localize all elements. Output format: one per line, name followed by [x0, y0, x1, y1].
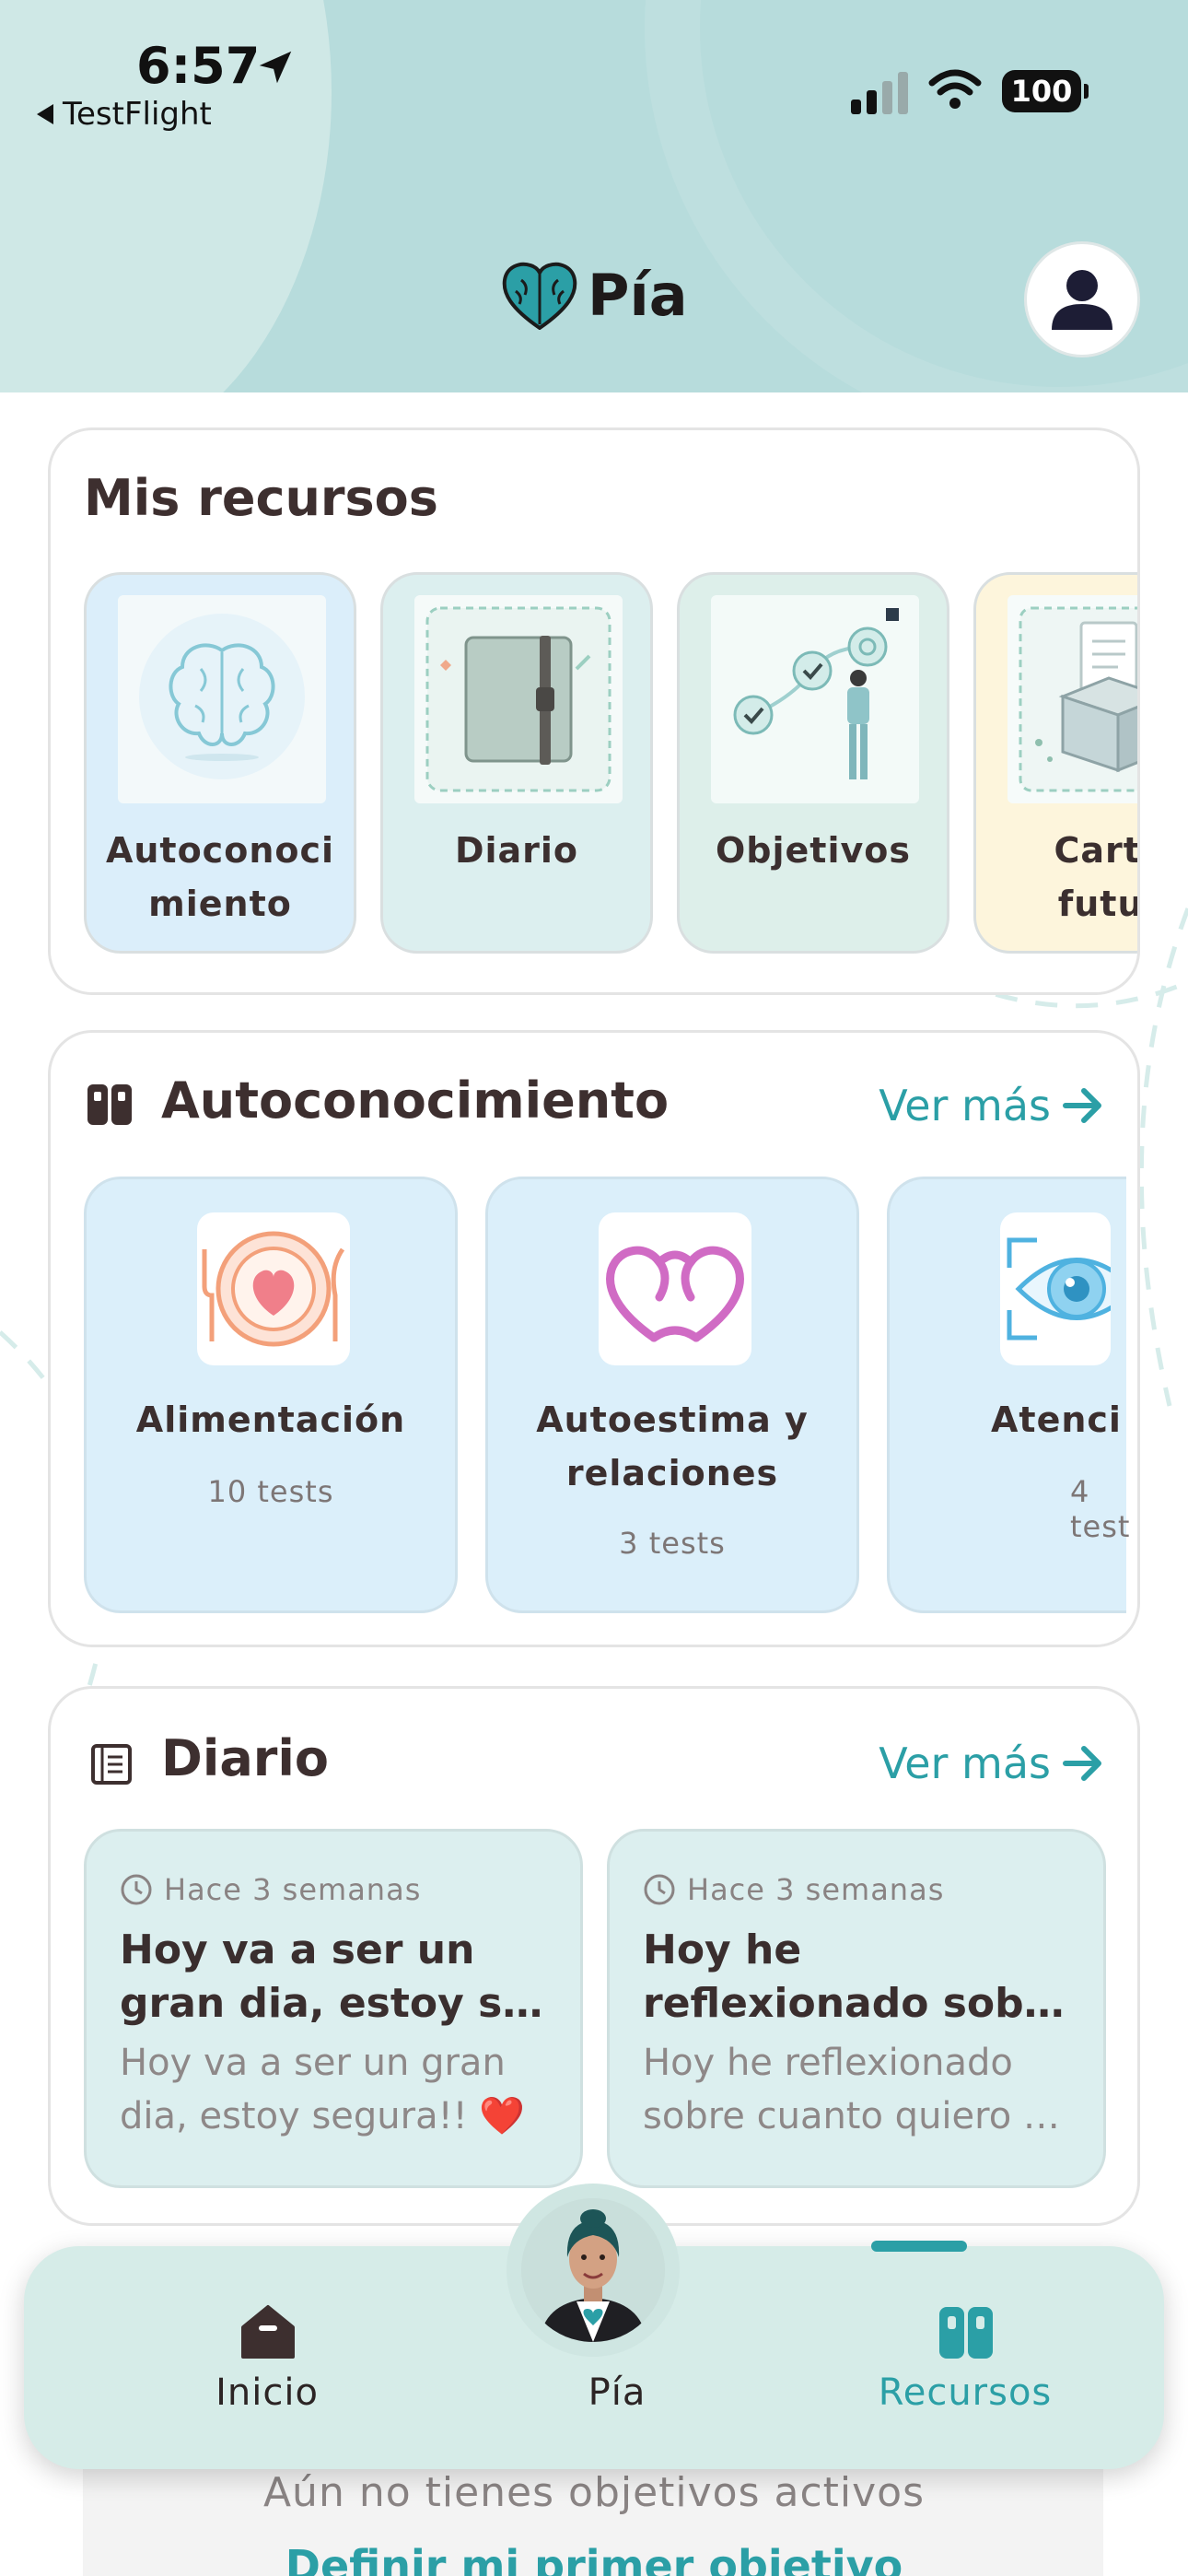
entry-timestamp: Hace 3 semanas — [643, 1872, 944, 1907]
resource-label: Diario — [454, 830, 579, 871]
status-time: 6:57 — [136, 37, 261, 95]
entry-timestamp: Hace 3 semanas — [120, 1872, 421, 1907]
diary-entry[interactable]: Hace 3 semanas Hoy va a ser un gran dia,… — [84, 1829, 583, 2188]
self-knowledge-item-self-esteem[interactable]: Autoestima y relaciones 3 tests — [485, 1177, 859, 1613]
resource-goals[interactable]: Objetivos — [677, 572, 949, 954]
location-arrow-icon — [259, 51, 292, 84]
box-letter-icon — [1019, 606, 1137, 792]
see-more-label: Ver más — [879, 1739, 1051, 1788]
my-resources-title: Mis recursos — [84, 469, 438, 527]
item-count: 3 tests — [619, 1526, 726, 1561]
entry-title: Hoy he reflexionado sobr… — [643, 1926, 1076, 2027]
self-esteem-icon-box — [599, 1212, 751, 1365]
brain-icon — [139, 614, 305, 779]
arrow-right-icon — [1063, 1088, 1101, 1123]
diary-card: Diario Ver más Hace 3 semanas Hoy va a s… — [48, 1686, 1140, 2226]
journal-icon — [91, 1744, 132, 1785]
battery-indicator: 100 — [1002, 70, 1089, 112]
resources-icon — [87, 1084, 132, 1125]
home-icon — [241, 2305, 295, 2359]
self-knowledge-item-nutrition[interactable]: Alimentación 10 tests — [84, 1177, 458, 1613]
resource-label: Objetivos — [716, 830, 911, 871]
self-knowledge-see-more-link[interactable]: Ver más — [879, 1081, 1104, 1130]
see-more-label: Ver más — [879, 1081, 1051, 1130]
nav-home[interactable]: Inicio — [129, 2246, 405, 2469]
resource-diary[interactable]: Diario — [380, 572, 653, 954]
testflight-back-link[interactable]: TestFlight — [37, 96, 212, 133]
item-name: Alimentación — [135, 1399, 406, 1440]
diary-entry[interactable]: Hace 3 semanas Hoy he reflexionado sobr…… — [607, 1829, 1106, 2188]
self-knowledge-illustration — [118, 595, 326, 803]
resource-letter-future[interactable]: Carta futur — [973, 572, 1140, 954]
define-first-goal-link[interactable]: Definir mi primer objetivo — [0, 2541, 1188, 2576]
diary-title: Diario — [161, 1729, 330, 1787]
nav-label: Inicio — [215, 2371, 319, 2414]
pia-portrait — [521, 2198, 665, 2342]
two-hearts-icon — [606, 1246, 744, 1342]
goals-empty-text: Aún no tienes objetivos activos — [262, 2469, 926, 2516]
entry-preview: Hoy va a ser un gran dia, estoy segura!!… — [120, 2042, 526, 2137]
app-name: Pía — [588, 261, 688, 329]
plate-heart-icon — [202, 1231, 345, 1347]
cellular-signal-icon — [851, 72, 908, 114]
active-tab-indicator — [871, 2241, 967, 2252]
app-logo: Pía — [501, 260, 688, 330]
attention-icon-box — [1000, 1212, 1111, 1365]
user-icon — [1052, 270, 1112, 330]
wifi-icon — [928, 69, 982, 109]
goals-path-icon — [733, 608, 899, 779]
nav-label: Pía — [588, 2371, 646, 2414]
self-knowledge-title: Autoconocimiento — [161, 1071, 670, 1130]
entry-title: Hoy va a ser un gran dia, estoy se… — [120, 1926, 553, 2027]
brain-heart-logo-icon — [502, 262, 577, 330]
arrow-right-icon — [1063, 1746, 1101, 1781]
profile-button[interactable] — [1024, 241, 1140, 357]
resource-self-knowledge[interactable]: Autoconoci miento — [84, 572, 356, 954]
diary-see-more-link[interactable]: Ver más — [879, 1739, 1104, 1788]
resource-label: Autoconoci miento — [105, 830, 335, 924]
item-count: 4 test — [1070, 1474, 1131, 1544]
testflight-label: TestFlight — [63, 96, 212, 133]
item-count: 10 tests — [207, 1474, 334, 1509]
item-name: Atenci — [991, 1399, 1122, 1440]
diary-illustration — [414, 595, 623, 803]
goals-illustration — [711, 595, 919, 803]
nav-label: Recursos — [878, 2371, 1053, 2414]
notebook-icon — [425, 606, 611, 792]
letter-illustration — [1007, 595, 1137, 803]
back-arrow-icon — [37, 104, 53, 124]
self-knowledge-card: Autoconocimiento Ver más Alimentación 10… — [48, 1030, 1140, 1647]
my-resources-card: Mis recursos Autoconoci miento Diario Ob… — [48, 427, 1140, 995]
resources-icon — [939, 2307, 993, 2359]
clock-icon — [644, 1874, 675, 1905]
resource-label: Carta futur — [1054, 830, 1140, 924]
entry-preview: Hoy he reflexionado sobre cuanto quiero … — [643, 2042, 1060, 2137]
pia-avatar[interactable] — [521, 2198, 665, 2342]
nav-resources[interactable]: Recursos — [827, 2246, 1103, 2469]
nutrition-icon-box — [197, 1212, 350, 1365]
clock-icon — [121, 1874, 152, 1905]
item-name: Autoestima y relaciones — [536, 1399, 809, 1493]
self-knowledge-item-attention[interactable]: Atenci 4 test — [887, 1177, 1131, 1613]
eye-icon — [1007, 1237, 1111, 1341]
